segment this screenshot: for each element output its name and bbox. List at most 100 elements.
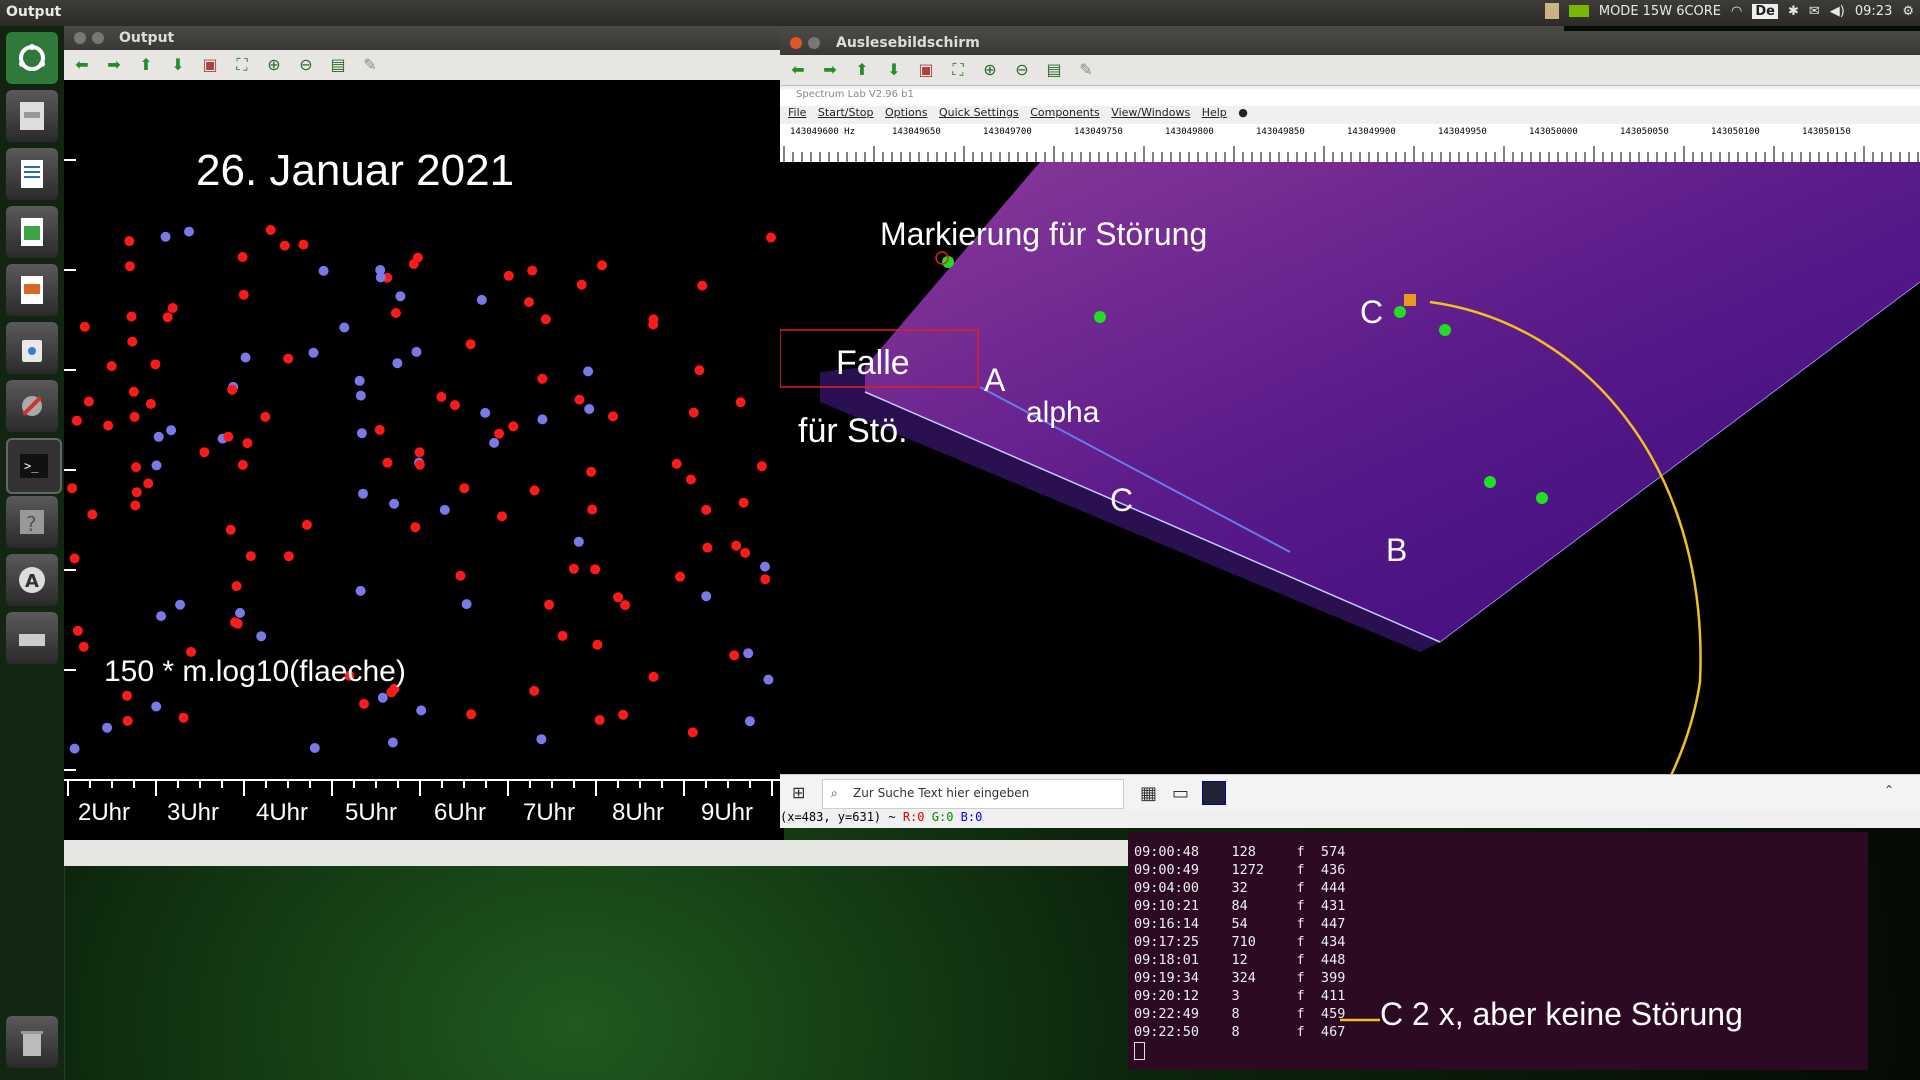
down-icon[interactable]: ⬇ [168,55,188,75]
image-icon[interactable]: ▣ [200,55,220,75]
red-dot [83,396,94,407]
red-dot [738,497,749,508]
red-dot [740,547,751,558]
ubuntu-dash-button[interactable] [6,32,58,84]
up-icon[interactable]: ⬆ [852,60,872,80]
zoom-in-icon[interactable]: ⊕ [264,55,284,75]
terminal-annotation: C 2 x, aber keine Störung [1380,996,1743,1032]
green-marker[interactable] [1536,492,1548,504]
mail-icon[interactable]: ✉ [1809,4,1820,19]
red-dot [760,574,771,585]
keyboard-layout[interactable]: De [1752,3,1778,19]
minimize-icon[interactable] [808,37,820,49]
image-icon[interactable]: ▣ [916,60,936,80]
red-dot [587,504,598,515]
green-marker[interactable] [1394,306,1406,318]
blue-dot [461,599,472,610]
system-tray: MODE 15W 6CORE ◠ De ✱ ✉ ◀) 09:23 ⚙ [1544,3,1914,19]
down-icon[interactable]: ⬇ [884,60,904,80]
red-dot [529,485,540,496]
auslese-toolbar: ⬅ ➡ ⬆ ⬇ ▣ ⛶ ⊕ ⊖ ▤ ✎ [780,55,1920,86]
zoom-out-icon[interactable]: ⊖ [296,55,316,75]
menu-options[interactable]: Options [885,106,927,119]
drive-button[interactable] [6,612,58,664]
green-marker[interactable] [1094,311,1106,323]
cabinet-icon [20,102,44,130]
spectrum-lab-taskbar-icon[interactable] [1202,781,1226,805]
blue-dot [411,346,422,357]
help-button[interactable]: ? [6,496,58,548]
red-dot [225,524,236,535]
blue-dot [377,692,388,703]
record-icon[interactable]: ● [1238,106,1248,119]
red-dot [592,639,603,650]
launcher: >_ ? A [0,26,65,1080]
menu-components[interactable]: Components [1030,106,1100,119]
menu-view-windows[interactable]: View/Windows [1111,106,1190,119]
green-marker[interactable] [1484,476,1496,488]
taskbar-search[interactable]: ⌕ Zur Suche Text hier eingeben [822,779,1124,809]
zoom-out-icon[interactable]: ⊖ [1012,60,1032,80]
menu-start-stop[interactable]: Start/Stop [818,106,874,119]
close-icon[interactable] [790,37,802,49]
forward-icon[interactable]: ➡ [104,55,124,75]
menu-help[interactable]: Help [1202,106,1227,119]
red-dot [436,391,447,402]
update-button[interactable]: A [6,554,58,606]
close-icon[interactable] [74,32,86,44]
menu-quick-settings[interactable]: Quick Settings [939,106,1019,119]
windows-start-icon[interactable]: ⊞ [792,783,805,802]
power-mode-label[interactable]: MODE 15W 6CORE [1599,4,1721,19]
blue-dot [153,431,164,442]
volume-icon[interactable]: ◀) [1830,4,1845,19]
impress-button[interactable] [6,264,58,316]
terminal-window[interactable]: 09:00:48 128 f 574 09:00:49 1272 f 436 09:… [1128,832,1868,1070]
files-button[interactable] [6,90,58,142]
calculator-icon[interactable]: ▦ [1140,783,1157,804]
writer-button[interactable] [6,148,58,200]
trash-button[interactable] [6,1016,58,1068]
up-icon[interactable]: ⬆ [136,55,156,75]
bluetooth-icon[interactable]: ✱ [1788,4,1799,19]
red-dot [238,289,249,300]
fit-icon[interactable]: ⛶ [232,55,252,75]
red-dot [671,458,682,469]
save-icon[interactable]: ▤ [1044,60,1064,80]
minimize-icon[interactable] [92,32,104,44]
menu-file[interactable]: File [788,106,806,119]
c-marker-box[interactable] [1404,294,1416,306]
files-icon[interactable] [1544,3,1559,19]
blue-dot [166,425,177,436]
fit-icon[interactable]: ⛶ [948,60,968,80]
blue-dot [184,226,194,237]
rgb-r: R:0 [902,810,925,824]
red-dot [390,308,401,318]
trash-icon [21,1031,43,1056]
back-icon[interactable]: ⬅ [788,60,808,80]
save-icon[interactable]: ▤ [328,55,348,75]
terminal-button[interactable]: >_ [6,438,62,494]
gear-icon[interactable]: ⚙ [1902,4,1914,19]
nvidia-icon[interactable] [1568,5,1589,17]
brush-icon[interactable]: ✎ [1076,60,1096,80]
settings-button[interactable] [6,380,58,432]
forward-icon[interactable]: ➡ [820,60,840,80]
chevron-up-icon[interactable]: ⌃ [1884,783,1894,797]
back-icon[interactable]: ⬅ [72,55,92,75]
blue-dot [395,291,406,302]
spectrum-lab-title: Spectrum Lab V2.96 b1 [796,89,914,100]
app-icon[interactable]: ▭ [1172,783,1189,804]
calc-button[interactable] [6,206,58,258]
red-dot [131,462,142,473]
software-button[interactable] [6,322,58,374]
red-dot [237,252,248,262]
red-dot [648,671,659,682]
green-marker[interactable] [1439,324,1451,336]
clock[interactable]: 09:23 [1855,4,1892,19]
wifi-icon[interactable]: ◠ [1731,4,1742,19]
brush-icon[interactable]: ✎ [360,55,380,75]
zoom-in-icon[interactable]: ⊕ [980,60,1000,80]
terminal-line: 09:20:12 3 f 411 [1134,988,1346,1004]
x-tick-label: 8Uhr [612,799,664,826]
output-window-title: Output [119,30,175,46]
